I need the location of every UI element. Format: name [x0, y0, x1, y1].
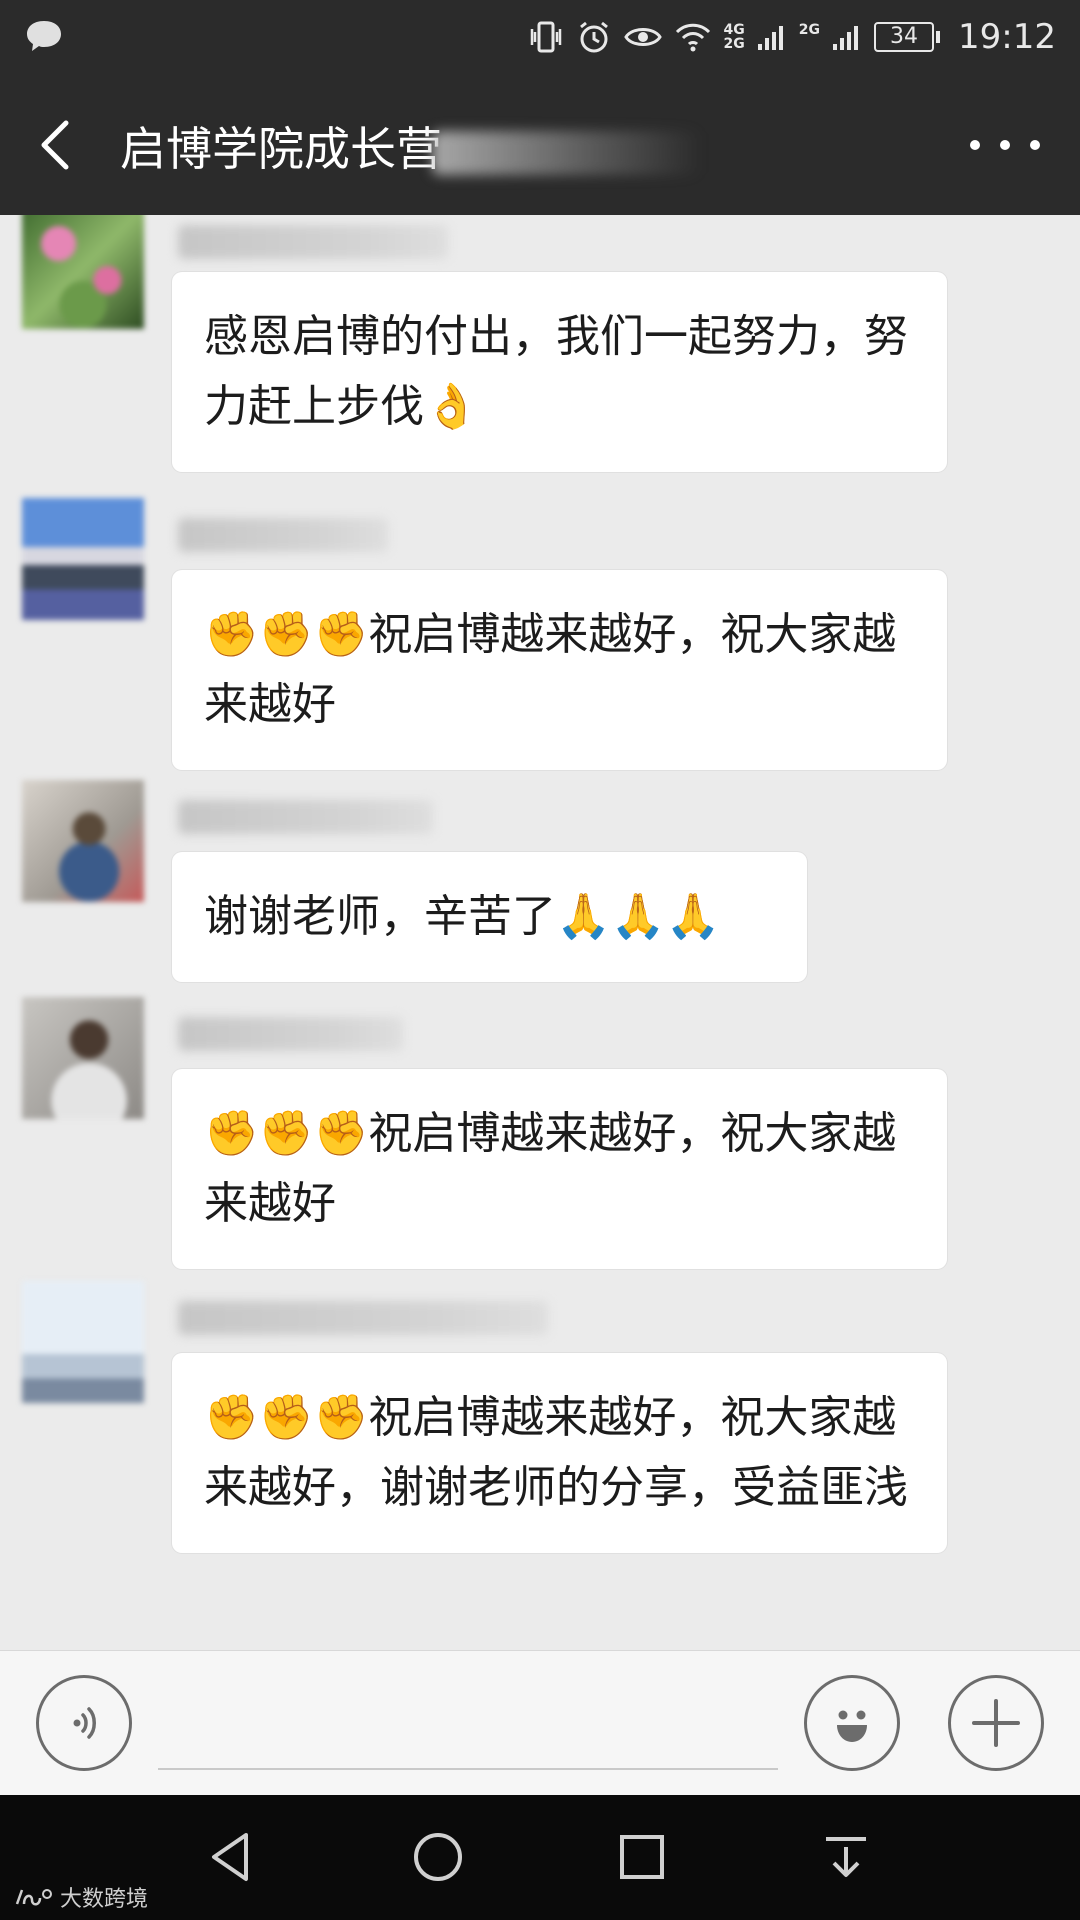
home-circle-icon [414, 1833, 462, 1881]
sender-name-blurred [178, 225, 448, 259]
network-type-label: 4G 2G [723, 22, 745, 52]
message-text: ✊✊✊祝启博越来越好，祝大家越来越好 [204, 1108, 897, 1229]
watermark-text: 大数跨境 [60, 1887, 149, 1912]
nav-back-button[interactable] [200, 1825, 264, 1889]
blurred-title-suffix [432, 130, 702, 175]
message-input[interactable] [158, 1768, 778, 1770]
back-arrow-icon [41, 120, 69, 170]
sender-name-blurred [178, 518, 388, 552]
avatar[interactable] [22, 498, 144, 620]
message-bubble[interactable]: ✊✊✊祝启博越来越好，祝大家越来越好，谢谢老师的分享，受益匪浅 [172, 1353, 947, 1553]
status-time: 19:12 [958, 17, 1056, 57]
message-bubble[interactable]: 谢谢老师，辛苦了🙏🙏🙏 [172, 852, 807, 982]
emoji-icon [837, 1710, 867, 1742]
message-text: ✊✊✊祝启博越来越好，祝大家越来越好 [204, 609, 897, 730]
nav-recents-button[interactable] [610, 1825, 674, 1889]
input-bar [0, 1650, 1080, 1795]
alarm-icon [576, 19, 612, 55]
watermark: 大数跨境 [14, 1881, 148, 1913]
voice-button[interactable] [36, 1675, 132, 1771]
more-dot [1000, 140, 1010, 150]
chat-title-text: 启博学院成长营 [120, 122, 442, 176]
message-bubble[interactable]: ✊✊✊祝启博越来越好，祝大家越来越好 [172, 1069, 947, 1269]
voice-icon [73, 1707, 96, 1739]
sender-name-blurred [178, 1301, 548, 1335]
system-nav-bar: 大数跨境 [0, 1795, 1080, 1920]
wifi-icon [674, 21, 712, 53]
chat-header: 启博学院成长营 [0, 75, 1080, 215]
more-dot [1030, 140, 1040, 150]
network2-type-label: 2G [798, 22, 821, 38]
plus-button[interactable] [948, 1675, 1044, 1771]
message-bubble[interactable]: 感恩启博的付出，我们一起努力，努力赶上步伐👌 [172, 272, 947, 472]
battery-icon: 34 [874, 22, 941, 52]
notification-pulldown-icon [826, 1837, 866, 1877]
watermark-logo-icon [15, 1889, 52, 1906]
eye-comfort-icon [623, 22, 662, 52]
signal-icon-1 [757, 22, 787, 52]
message-text: 感恩启博的付出，我们一起努力，努力赶上步伐👌 [204, 311, 908, 432]
emoji-button[interactable] [804, 1675, 900, 1771]
status-icons: 4G 2G 2G 34 19:12 [528, 12, 1056, 62]
chat-message-list[interactable]: 感恩启博的付出，我们一起努力，努力赶上步伐👌 ✊✊✊祝启博越来越好，祝大家越来越… [0, 215, 1080, 1650]
vibrate-icon [528, 19, 564, 55]
recents-square-icon [620, 1835, 664, 1879]
more-options-button[interactable] [970, 127, 1040, 163]
chat-title: 启博学院成长营 [120, 113, 702, 179]
status-bar: 4G 2G 2G 34 19:12 [0, 0, 1080, 75]
sender-name-blurred [178, 1017, 403, 1051]
message-text: ✊✊✊祝启博越来越好，祝大家越来越好，谢谢老师的分享，受益匪浅 [204, 1392, 908, 1513]
avatar[interactable] [22, 215, 144, 329]
avatar[interactable] [22, 1281, 144, 1403]
signal-icon-2 [832, 22, 862, 52]
avatar[interactable] [22, 780, 144, 902]
nav-home-button[interactable] [406, 1825, 470, 1889]
sender-name-blurred [178, 800, 433, 834]
more-dot [970, 140, 980, 150]
message-bubble[interactable]: ✊✊✊祝启博越来越好，祝大家越来越好 [172, 570, 947, 770]
back-button[interactable] [30, 115, 90, 175]
message-text: 谢谢老师，辛苦了🙏🙏🙏 [204, 891, 721, 942]
avatar[interactable] [22, 997, 144, 1119]
plus-icon [972, 1699, 1020, 1747]
chat-notification-icon [24, 18, 64, 58]
back-triangle-icon [212, 1833, 248, 1881]
nav-notifications-button[interactable] [814, 1825, 878, 1889]
